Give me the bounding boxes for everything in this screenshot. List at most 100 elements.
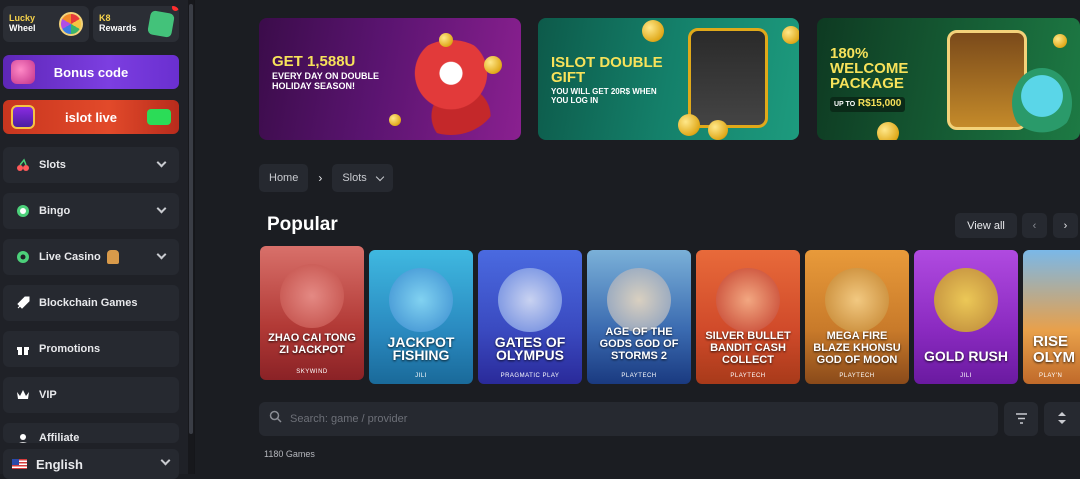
- live-camera-icon: [147, 109, 171, 125]
- users-icon: [15, 432, 31, 443]
- bonus-code-label: Bonus code: [53, 64, 129, 80]
- game-card[interactable]: MEGA FIRE BLAZE KHONSU GOD OF MOON PLAYT…: [805, 250, 909, 384]
- k8-rewards-tile[interactable]: K8 Rewards: [93, 6, 179, 42]
- rocket-icon: [15, 295, 31, 311]
- chevron-down-icon: [156, 157, 167, 168]
- game-title: SILVER BULLET BANDIT CASH COLLECT: [705, 330, 791, 366]
- mascot-illustration: [1012, 68, 1072, 138]
- sidebar: Lucky Wheel K8 Rewards Bonus code islot …: [0, 0, 188, 479]
- banner-title: GET 1,588U: [272, 53, 356, 70]
- divider: [194, 0, 195, 474]
- game-card[interactable]: JACKPOT FISHING JILI: [369, 250, 473, 384]
- game-art: [607, 268, 671, 332]
- chevron-right-icon: ›: [318, 171, 323, 185]
- islot-live-label: islot live: [64, 109, 118, 125]
- game-art: [934, 268, 998, 332]
- game-card[interactable]: ZHAO CAI TONG ZI JACKPOT SKYWIND: [260, 246, 364, 380]
- game-title: GOLD RUSH: [924, 348, 1008, 364]
- game-card[interactable]: SILVER BULLET BANDIT CASH COLLECT PLAYTE…: [696, 250, 800, 384]
- sidebar-item-slots[interactable]: Slots: [3, 147, 179, 183]
- game-card[interactable]: GATES OF OLYMPUS PRAGMATIC PLAY: [478, 250, 582, 384]
- banner-subtitle: YOU WILL GET 20R$ WHEN YOU LOG IN: [551, 87, 657, 105]
- slot-machine-illustration: [688, 28, 768, 128]
- game-art: [825, 268, 889, 332]
- sidebar-item-vip[interactable]: VIP: [3, 377, 179, 413]
- game-card[interactable]: AGE OF THE GODS GOD OF STORMS 2 PLAYTECH: [587, 250, 691, 384]
- breadcrumb-home[interactable]: Home: [259, 164, 309, 192]
- chevron-down-icon: [156, 203, 167, 214]
- banner-subtitle-prefix: UP TO: [834, 101, 856, 108]
- sort-icon: [1057, 411, 1067, 428]
- language-selector[interactable]: English: [3, 449, 179, 479]
- coin-icon: [782, 26, 799, 44]
- banner-double-gift[interactable]: ISLOT DOUBLE GIFT YOU WILL GET 20R$ WHEN…: [538, 18, 799, 140]
- coin-icon: [678, 114, 700, 136]
- game-provider: PRAGMATIC PLAY: [500, 373, 560, 379]
- sort-button[interactable]: [1044, 402, 1080, 436]
- bingo-ball-icon: [15, 203, 31, 219]
- games-count: 1180 Games: [264, 449, 315, 459]
- game-title: JACKPOT FISHING: [387, 334, 455, 363]
- language-label: English: [36, 456, 83, 472]
- bonus-code-button[interactable]: Bonus code: [3, 55, 179, 89]
- game-provider: PLAYTECH: [839, 373, 875, 379]
- search-icon: [269, 410, 282, 428]
- banner-welcome-package[interactable]: 180% WELCOME PACKAGE UP TO R$15,000: [817, 18, 1080, 140]
- coin-icon: [439, 33, 453, 47]
- banner-subtitle: EVERY DAY ON DOUBLE HOLIDAY SEASON!: [272, 71, 380, 91]
- banner-holiday[interactable]: GET 1,588U EVERY DAY ON DOUBLE HOLIDAY S…: [259, 18, 521, 140]
- game-title: MEGA FIRE BLAZE KHONSU GOD OF MOON: [813, 330, 901, 366]
- chevron-right-icon: ›: [1063, 219, 1068, 232]
- cherry-icon: [15, 157, 31, 173]
- islot-live-button[interactable]: islot live: [3, 100, 179, 134]
- gift-icon: [15, 341, 31, 357]
- sidebar-item-live-casino[interactable]: Live Casino: [3, 239, 179, 275]
- sidebar-item-label: Live Casino: [39, 251, 101, 263]
- notification-dot: [172, 6, 179, 11]
- slot-machine-icon: [11, 105, 35, 129]
- game-provider: JILI: [960, 373, 972, 379]
- chevron-down-icon: [160, 455, 171, 466]
- sidebar-item-affiliate[interactable]: Affiliate: [3, 423, 179, 443]
- banner-title: 180% WELCOME PACKAGE: [830, 45, 909, 92]
- lucky-wheel-tile[interactable]: Lucky Wheel: [3, 6, 89, 42]
- dealer-icon: [106, 250, 119, 264]
- santa-illustration: [401, 40, 501, 135]
- carousel-prev-button[interactable]: ‹: [1022, 213, 1047, 238]
- game-provider: SKYWIND: [296, 369, 328, 375]
- chevron-down-icon: [156, 249, 167, 260]
- game-art: [716, 268, 780, 332]
- sidebar-scroll-thumb[interactable]: [189, 4, 193, 434]
- view-all-button[interactable]: View all: [955, 213, 1017, 238]
- search-input[interactable]: [290, 413, 890, 425]
- sidebar-item-label: Bingo: [39, 205, 71, 217]
- coin-icon: [389, 114, 401, 126]
- coin-icon: [1053, 34, 1067, 48]
- game-provider: JILI: [415, 373, 427, 379]
- game-card[interactable]: GOLD RUSH JILI: [914, 250, 1018, 384]
- game-title: ZHAO CAI TONG ZI JACKPOT: [268, 332, 356, 356]
- game-art: [389, 268, 453, 332]
- crown-icon: [15, 387, 31, 403]
- breadcrumb-slots-dropdown[interactable]: Slots: [332, 164, 393, 192]
- game-card[interactable]: RISE OLYM PLAY'N: [1023, 250, 1080, 384]
- game-provider: PLAY'N: [1039, 373, 1063, 379]
- sidebar-item-bingo[interactable]: Bingo: [3, 193, 179, 229]
- sidebar-item-blockchain-games[interactable]: Blockchain Games: [3, 285, 179, 321]
- game-title: AGE OF THE GODS GOD OF STORMS 2: [599, 326, 679, 362]
- coin-icon: [877, 122, 899, 140]
- sidebar-item-label: VIP: [39, 389, 57, 401]
- roulette-icon: [15, 249, 31, 265]
- sidebar-item-label: Affiliate: [39, 432, 80, 443]
- coin-icon: [708, 120, 728, 140]
- sidebar-item-label: Promotions: [39, 343, 101, 355]
- gift-icon: [147, 10, 175, 38]
- filter-icon: [1015, 412, 1028, 427]
- sidebar-item-promotions[interactable]: Promotions: [3, 331, 179, 367]
- banner-subtitle: R$15,000: [857, 98, 902, 109]
- banner-title: ISLOT DOUBLE GIFT: [551, 54, 663, 86]
- filter-button[interactable]: [1004, 402, 1038, 436]
- chevron-left-icon: ‹: [1032, 219, 1037, 232]
- us-flag-icon: [12, 459, 27, 469]
- carousel-next-button[interactable]: ›: [1053, 213, 1078, 238]
